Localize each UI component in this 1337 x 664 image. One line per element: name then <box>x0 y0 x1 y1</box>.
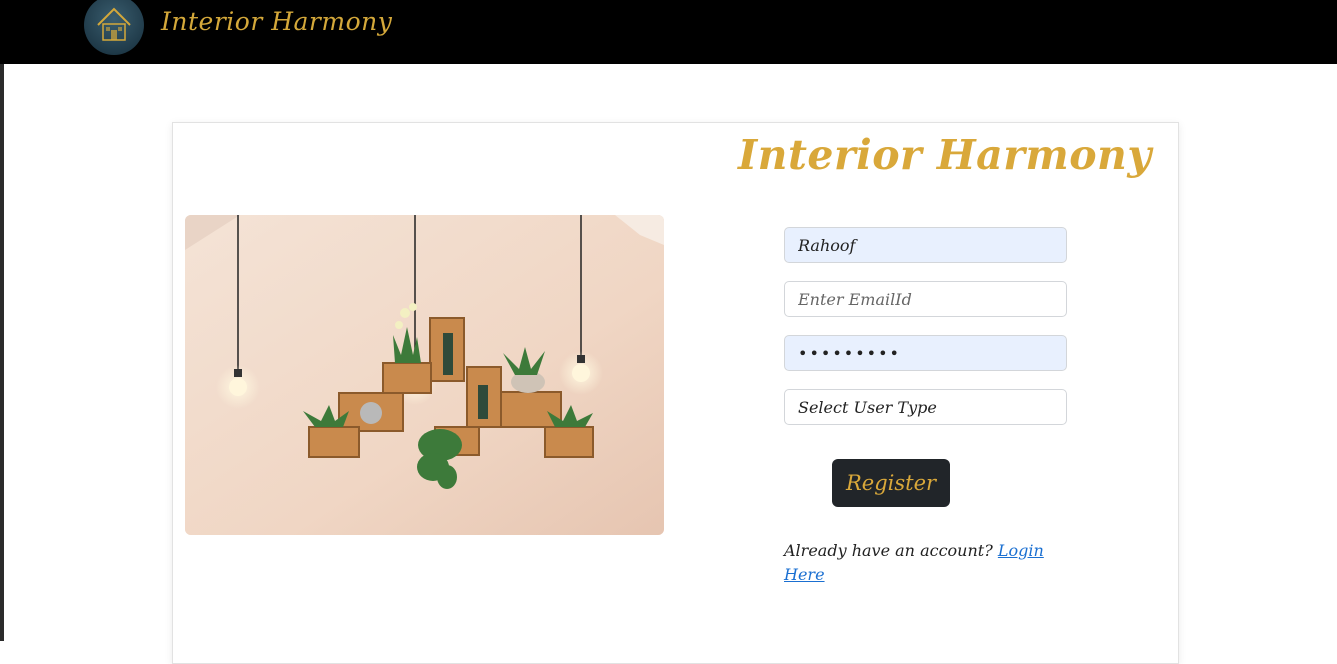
hanging-shelves-photo <box>185 215 664 535</box>
register-button[interactable]: Register <box>832 459 950 507</box>
card-title: Interior Harmony <box>738 131 1152 179</box>
username-field[interactable] <box>784 227 1067 263</box>
password-field[interactable] <box>784 335 1067 371</box>
user-type-select[interactable]: Select User Type <box>784 389 1067 425</box>
brand-name[interactable]: Interior Harmony <box>161 7 392 36</box>
account-prompt: Already have an account? Login Here <box>784 539 1084 587</box>
account-prompt-text: Already have an account? <box>784 541 993 560</box>
register-card: Interior Harmony Rahoof Enter EmailId ••… <box>172 122 1179 664</box>
email-field[interactable] <box>784 281 1067 317</box>
house-logo-icon[interactable] <box>84 0 144 55</box>
navbar: Interior Harmony <box>0 0 1337 64</box>
window-edge <box>0 0 4 641</box>
